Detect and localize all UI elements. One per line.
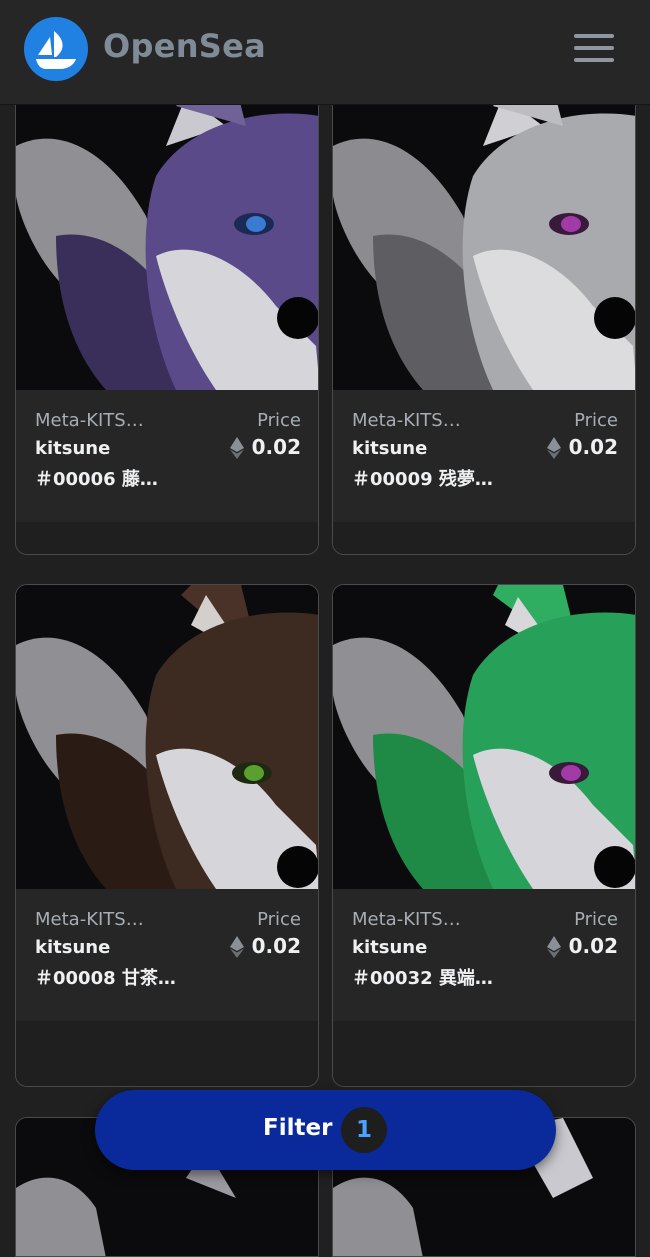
card-footer [16, 522, 318, 554]
nft-image[interactable] [16, 585, 318, 889]
nft-info: Meta-KITS… kitsune ＃00032 異端… Price 0.02… [333, 889, 635, 1065]
collection-name[interactable]: Meta-KITS… [35, 410, 144, 431]
nft-name-line2: ＃00008 甘茶… [35, 968, 176, 989]
ethereum-icon [547, 437, 561, 459]
filter-label: Filter [263, 1115, 333, 1141]
price-label: Price [257, 909, 301, 930]
nft-image[interactable] [16, 86, 318, 390]
top-nav-bar: OpenSea [0, 0, 650, 105]
hamburger-menu-icon[interactable] [572, 30, 616, 66]
collection-name[interactable]: Meta-KITS… [352, 410, 461, 431]
price-value: 0.02 [568, 934, 618, 958]
ethereum-icon [547, 936, 561, 958]
nft-card[interactable]: Meta-KITS… kitsune ＃00008 甘茶… Price 0.02… [15, 584, 319, 1087]
card-footer [333, 522, 635, 554]
nft-name-line2: ＃00006 藤… [35, 469, 158, 490]
nft-name-line1: kitsune [35, 438, 111, 459]
nft-info: Meta-KITS… kitsune ＃00009 残夢… Price 0.02… [333, 390, 635, 554]
nft-name-line1: kitsune [35, 937, 111, 958]
price-label: Price [574, 410, 618, 431]
price-value: 0.02 [251, 435, 301, 459]
nft-card[interactable]: Meta-KITS… kitsune ＃00032 異端… Price 0.02… [332, 584, 636, 1087]
nft-image[interactable] [333, 585, 635, 889]
nft-card[interactable]: Meta-KITS… kitsune ＃00009 残夢… Price 0.02… [332, 85, 636, 555]
nft-name-line1: kitsune [352, 438, 428, 459]
opensea-logo-icon[interactable] [24, 17, 88, 81]
price-label: Price [574, 909, 618, 930]
card-footer [333, 1021, 635, 1086]
filter-count-badge: 1 [341, 1107, 387, 1153]
price-value: 0.02 [568, 435, 618, 459]
nft-info: Meta-KITS… kitsune ＃00008 甘茶… Price 0.02… [16, 889, 318, 1065]
ethereum-icon [230, 437, 244, 459]
ethereum-icon [230, 936, 244, 958]
nft-name-line1: kitsune [352, 937, 428, 958]
nft-name-line2: ＃00009 残夢… [352, 469, 493, 490]
nft-name-line2: ＃00032 異端… [352, 968, 493, 989]
nft-card[interactable]: Meta-KITS… kitsune ＃00006 藤… Price 0.02 … [15, 85, 319, 555]
card-footer [16, 1021, 318, 1086]
brand-name[interactable]: OpenSea [103, 27, 266, 65]
collection-name[interactable]: Meta-KITS… [352, 909, 461, 930]
collection-name[interactable]: Meta-KITS… [35, 909, 144, 930]
filter-button[interactable]: Filter 1 [95, 1090, 556, 1170]
nft-grid: Meta-KITS… kitsune ＃00006 藤… Price 0.02 … [0, 0, 650, 1257]
price-value: 0.02 [251, 934, 301, 958]
price-label: Price [257, 410, 301, 431]
nft-info: Meta-KITS… kitsune ＃00006 藤… Price 0.02 … [16, 390, 318, 554]
nft-image[interactable] [333, 86, 635, 390]
